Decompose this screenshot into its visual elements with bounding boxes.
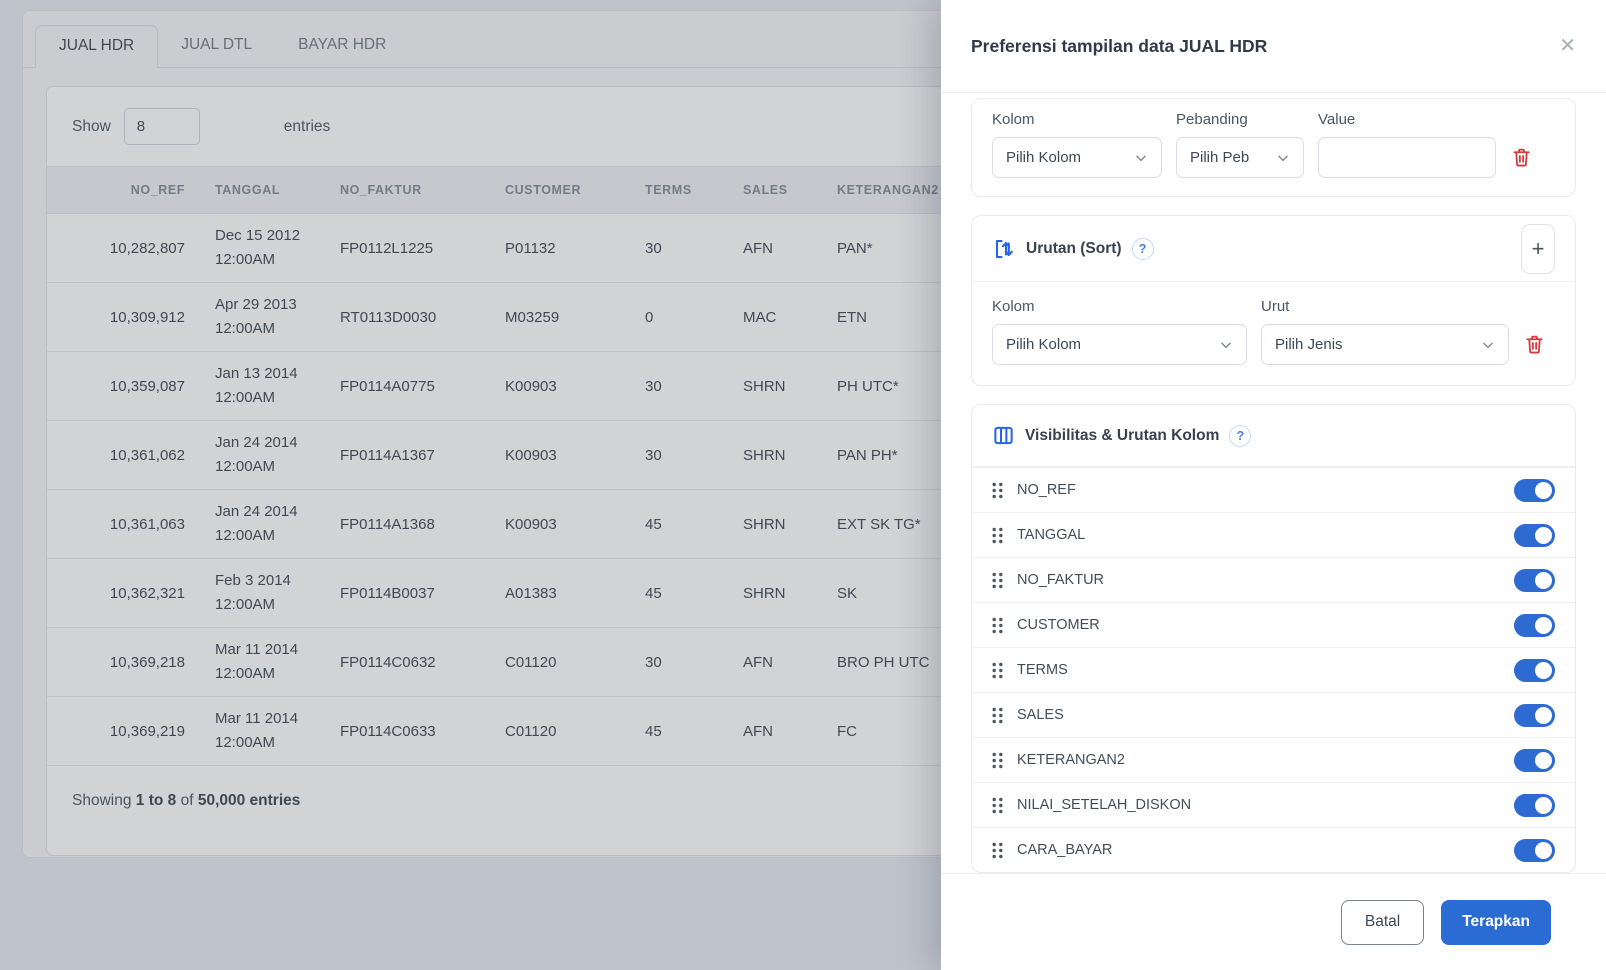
column-name: NILAI_SETELAH_DISKON	[1017, 797, 1192, 813]
chevron-down-icon	[1481, 338, 1495, 352]
toggle-knob	[1535, 751, 1552, 769]
column-visibility-toggle[interactable]	[1514, 613, 1555, 637]
visibility-row: NO_FAKTUR	[972, 557, 1575, 602]
trash-icon[interactable]	[1510, 146, 1533, 169]
column-visibility-toggle[interactable]	[1514, 703, 1555, 727]
filter-pebanding-value: Pilih Peb	[1190, 149, 1250, 166]
visibility-row: NO_REF	[972, 467, 1575, 512]
drag-handle-icon[interactable]	[992, 707, 1003, 724]
column-name: SALES	[1017, 707, 1064, 723]
column-name: TANGGAL	[1017, 527, 1086, 543]
toggle-knob	[1535, 661, 1552, 679]
column-name: TERMS	[1017, 662, 1068, 678]
sort-urut-value: Pilih Jenis	[1275, 336, 1343, 353]
filter-pebanding-field: Pebanding Pilih Peb	[1176, 111, 1304, 178]
sort-kolom-value: Pilih Kolom	[1006, 336, 1082, 353]
filter-pebanding-label: Pebanding	[1176, 111, 1248, 128]
column-visibility-toggle[interactable]	[1514, 478, 1555, 502]
sort-help-icon[interactable]: ?	[1131, 237, 1154, 260]
column-visibility-toggle[interactable]	[1514, 568, 1555, 592]
column-visibility-toggle[interactable]	[1514, 523, 1555, 547]
close-icon[interactable]: ✕	[1559, 36, 1576, 56]
sort-kolom-field: Kolom Pilih Kolom	[992, 298, 1247, 365]
drag-handle-icon[interactable]	[992, 482, 1003, 499]
apply-button[interactable]: Terapkan	[1441, 899, 1551, 945]
visibility-row: SALES	[972, 692, 1575, 737]
drag-handle-icon[interactable]	[992, 797, 1003, 814]
sort-urut-label: Urut	[1261, 298, 1290, 315]
sort-kolom-label: Kolom	[992, 298, 1035, 315]
sort-urut-field: Urut Pilih Jenis	[1261, 298, 1509, 365]
drag-handle-icon[interactable]	[992, 662, 1003, 679]
drag-handle-icon[interactable]	[992, 752, 1003, 769]
toggle-knob	[1535, 706, 1552, 724]
visibility-card: Visibilitas & Urutan Kolom ? NO_REF TANG…	[971, 404, 1576, 873]
column-name: KETERANGAN2	[1017, 752, 1125, 768]
chevron-down-icon	[1134, 151, 1148, 165]
toggle-knob	[1535, 571, 1552, 589]
columns-icon	[992, 424, 1015, 447]
column-visibility-toggle[interactable]	[1514, 793, 1555, 817]
sort-kolom-select[interactable]: Pilih Kolom	[992, 324, 1247, 365]
visibility-row: CARA_BAYAR	[972, 827, 1575, 872]
column-name: CARA_BAYAR	[1017, 842, 1113, 858]
visibility-row: CUSTOMER	[972, 602, 1575, 647]
drag-handle-icon[interactable]	[992, 527, 1003, 544]
column-name: NO_REF	[1017, 482, 1076, 498]
visibility-row: TANGGAL	[972, 512, 1575, 557]
panel-header: Preferensi tampilan data JUAL HDR ✕	[941, 0, 1606, 93]
filter-pebanding-select[interactable]: Pilih Peb	[1176, 137, 1304, 178]
visibility-row: TERMS	[972, 647, 1575, 692]
column-visibility-toggle[interactable]	[1514, 748, 1555, 772]
drag-handle-icon[interactable]	[992, 572, 1003, 589]
panel-body: Kolom Pilih Kolom Pebanding Pilih Peb Va…	[941, 93, 1606, 873]
chevron-down-icon	[1276, 151, 1290, 165]
chevron-down-icon	[1219, 338, 1233, 352]
drag-handle-icon[interactable]	[992, 842, 1003, 859]
drag-handle-icon[interactable]	[992, 617, 1003, 634]
toggle-knob	[1535, 526, 1552, 544]
sort-urut-select[interactable]: Pilih Jenis	[1261, 324, 1509, 365]
column-name: NO_FAKTUR	[1017, 572, 1105, 588]
cancel-button[interactable]: Batal	[1340, 899, 1425, 945]
preferences-panel: Preferensi tampilan data JUAL HDR ✕ Kolo…	[941, 0, 1606, 970]
app-root: JUAL HDR JUAL DTL BAYAR HDR Show entries	[0, 0, 1606, 970]
filter-card: Kolom Pilih Kolom Pebanding Pilih Peb Va…	[971, 98, 1576, 197]
sort-card: Urutan (Sort) ? + Kolom Pilih Kolom Urut…	[971, 215, 1576, 386]
filter-kolom-select[interactable]: Pilih Kolom	[992, 137, 1162, 178]
trash-icon[interactable]	[1523, 333, 1546, 356]
visibility-row: NILAI_SETELAH_DISKON	[972, 782, 1575, 827]
visibility-row: KETERANGAN2	[972, 737, 1575, 782]
sort-title: Urutan (Sort)	[1026, 239, 1122, 257]
panel-footer: Batal Terapkan	[941, 873, 1606, 970]
filter-value-field: Value	[1318, 111, 1496, 178]
filter-kolom-label: Kolom	[992, 111, 1035, 128]
column-name: CUSTOMER	[1017, 617, 1100, 633]
add-sort-button[interactable]: +	[1521, 223, 1555, 274]
toggle-knob	[1535, 481, 1552, 499]
filter-kolom-value: Pilih Kolom	[1006, 149, 1082, 166]
filter-value-label: Value	[1318, 111, 1356, 128]
visibility-list: NO_REF TANGGAL NO_FAKTUR CUSTOMER TERMS …	[972, 467, 1575, 872]
visibility-title: Visibilitas & Urutan Kolom	[1025, 426, 1220, 444]
panel-title: Preferensi tampilan data JUAL HDR	[971, 35, 1268, 56]
visibility-help-icon[interactable]: ?	[1229, 424, 1252, 447]
column-visibility-toggle[interactable]	[1514, 658, 1555, 682]
column-visibility-toggle[interactable]	[1514, 838, 1555, 862]
toggle-knob	[1535, 841, 1552, 859]
filter-value-input[interactable]	[1318, 137, 1496, 178]
toggle-knob	[1535, 616, 1552, 634]
toggle-knob	[1535, 796, 1552, 814]
filter-kolom-field: Kolom Pilih Kolom	[992, 111, 1162, 178]
sort-icon	[992, 237, 1016, 261]
